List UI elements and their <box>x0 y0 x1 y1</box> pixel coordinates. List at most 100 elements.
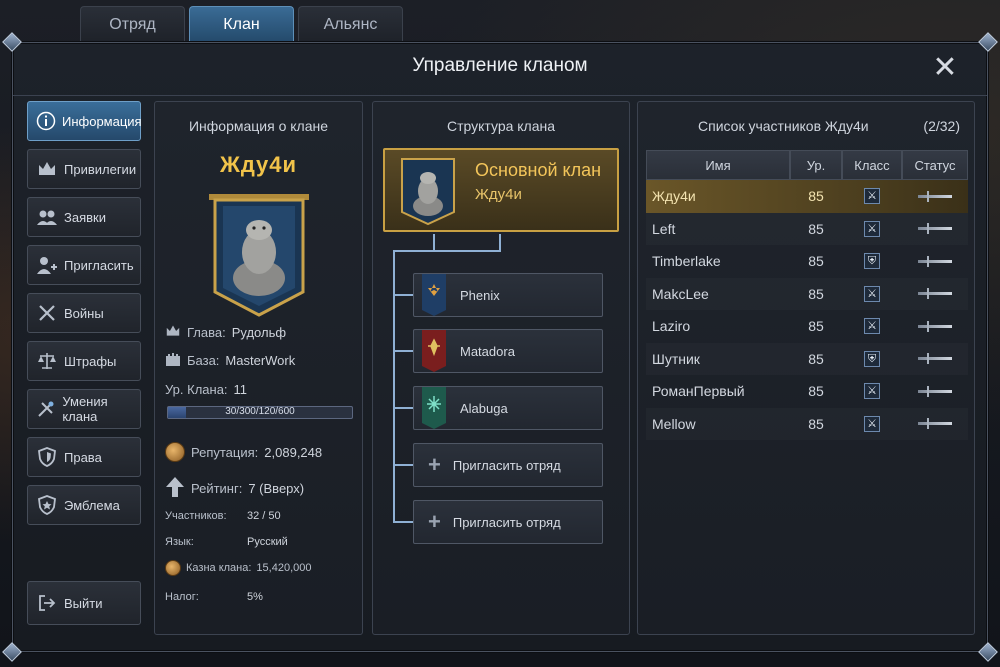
table-body: Жду4и 85 ⚔ Left 85 ⚔ Timberlake 85 ⛨ Mak… <box>646 180 968 440</box>
status-weapon-icon <box>918 255 952 267</box>
nav-label: Штрафы <box>64 353 117 369</box>
table-row[interactable]: Жду4и 85 ⚔ <box>646 180 968 213</box>
tab-squad[interactable]: Отряд <box>80 6 185 42</box>
tab-clan[interactable]: Клан <box>189 6 294 42</box>
xp-bar: 30/300/120/600 <box>167 406 353 419</box>
nav-skills-button[interactable]: Умения клана <box>27 389 141 429</box>
treasury-label: Казна клана: <box>186 562 252 574</box>
rating-value: 7 (Вверх) <box>248 481 305 496</box>
crown-icon <box>165 324 181 341</box>
plus-icon: + <box>428 509 441 534</box>
squad-flag-icon <box>422 274 446 316</box>
add-user-icon <box>36 254 58 276</box>
top-tabs: Отряд Клан Альянс <box>80 6 403 42</box>
status-weapon-icon <box>918 223 952 235</box>
shield-class-icon: ⛨ <box>864 350 880 367</box>
sword-class-icon: ⚔ <box>864 220 880 237</box>
shield-class-icon: ⛨ <box>864 253 880 270</box>
squad-flag-icon <box>422 387 446 429</box>
member-level: 85 <box>808 253 824 270</box>
table-row[interactable]: Timberlake 85 ⛨ <box>646 245 968 278</box>
invite-squad-button[interactable]: + Пригласить отряд <box>413 443 603 487</box>
crossed-swords-icon <box>36 302 58 324</box>
main-clan-title: Основной клан <box>475 160 602 180</box>
sword-class-icon: ⚔ <box>864 285 880 302</box>
base-label: База: <box>187 353 220 368</box>
nav-label: Права <box>64 449 102 465</box>
level-value: 11 <box>233 382 248 397</box>
side-nav: Информация Привилегии Заявки Пригласить … <box>27 101 142 533</box>
sword-class-icon: ⚔ <box>864 188 880 205</box>
squad-flag-icon <box>422 330 446 372</box>
status-weapon-icon <box>918 190 952 202</box>
nav-emblem-button[interactable]: Эмблема <box>27 485 141 525</box>
header-name[interactable]: Имя <box>646 150 790 180</box>
tree-line <box>393 350 413 352</box>
clan-info-panel: Информация о клане Жду4и Глава: Рудольф <box>154 101 363 635</box>
nav-rights-button[interactable]: Права <box>27 437 141 477</box>
tax-value: 5% <box>247 591 263 603</box>
exit-button[interactable]: Выйти <box>27 581 141 625</box>
table-row[interactable]: Mellow 85 ⚔ <box>646 408 968 441</box>
status-weapon-icon <box>918 320 952 332</box>
squad-name: Phenix <box>460 287 500 303</box>
clan-banner-image <box>209 192 309 317</box>
table-row[interactable]: Laziro 85 ⚔ <box>646 310 968 343</box>
xp-text: 30/300/120/600 <box>225 406 295 417</box>
nav-label: Информация <box>62 113 142 129</box>
table-row[interactable]: Left 85 ⚔ <box>646 213 968 246</box>
exit-label: Выйти <box>64 595 103 611</box>
leader-value: Рудольф <box>231 325 287 340</box>
nav-privileges-button[interactable]: Привилегии <box>27 149 141 189</box>
tax-label: Налог: <box>165 591 199 603</box>
header-level[interactable]: Ур. <box>790 150 842 180</box>
table-row[interactable]: MakcLee 85 ⚔ <box>646 278 968 311</box>
squad-item[interactable]: Phenix <box>413 273 603 317</box>
exit-wrap: Выйти <box>27 581 141 633</box>
squad-item[interactable]: Alabuga <box>413 386 603 430</box>
members-panel: Список участников Жду4и (2/32) Имя Ур. К… <box>637 101 975 635</box>
emblem-icon <box>36 494 58 516</box>
member-level: 85 <box>808 350 824 367</box>
member-level: 85 <box>808 318 824 335</box>
crown-icon <box>36 158 58 180</box>
arrow-up-icon <box>165 476 185 501</box>
level-label: Ур. Клана: <box>165 382 228 397</box>
treasury-value: 15,420,000 <box>256 562 312 574</box>
nav-penalties-button[interactable]: Штрафы <box>27 341 141 381</box>
nav-wars-button[interactable]: Войны <box>27 293 141 333</box>
nav-info-button[interactable]: Информация <box>27 101 142 141</box>
nav-label: Пригласить <box>64 257 134 273</box>
member-name: Laziro <box>652 318 691 335</box>
panel-title: Информация о клане <box>188 118 329 134</box>
tab-alliance[interactable]: Альянс <box>298 6 403 42</box>
close-icon[interactable]: ✕ <box>931 53 959 83</box>
rating-label: Рейтинг: <box>191 481 243 496</box>
nav-invite-button[interactable]: Пригласить <box>27 245 141 285</box>
table-header: Имя Ур. Класс Статус <box>646 150 968 180</box>
invite-squad-button[interactable]: + Пригласить отряд <box>413 500 603 544</box>
status-weapon-icon <box>918 288 952 300</box>
main-clan-card[interactable]: Основной клан Жду4и <box>383 148 619 232</box>
nav-label: Умения клана <box>62 394 108 424</box>
table-row[interactable]: РоманПервый 85 ⚔ <box>646 375 968 408</box>
member-level: 85 <box>808 415 824 432</box>
medal-icon <box>165 442 185 462</box>
clan-window: Управление кланом ✕ Информация Привилеги… <box>2 32 998 662</box>
header-status[interactable]: Статус <box>902 150 968 180</box>
squad-item[interactable]: Matadora <box>413 329 603 373</box>
language-row: Язык: Русский <box>165 536 288 548</box>
members-count: (2/32) <box>923 118 960 134</box>
invite-label: Пригласить отряд <box>452 514 561 530</box>
members-row: Участников: 32 / 50 <box>165 510 281 522</box>
table-row[interactable]: Шутник 85 ⛨ <box>646 343 968 376</box>
header-class[interactable]: Класс <box>842 150 902 180</box>
scales-icon <box>36 350 58 372</box>
member-name: Mellow <box>652 415 696 432</box>
nav-label: Привилегии <box>64 161 137 177</box>
member-level: 85 <box>808 220 824 237</box>
nav-requests-button[interactable]: Заявки <box>27 197 141 237</box>
tree-line <box>433 234 435 250</box>
tree-line <box>393 521 413 523</box>
status-weapon-icon <box>918 353 952 365</box>
